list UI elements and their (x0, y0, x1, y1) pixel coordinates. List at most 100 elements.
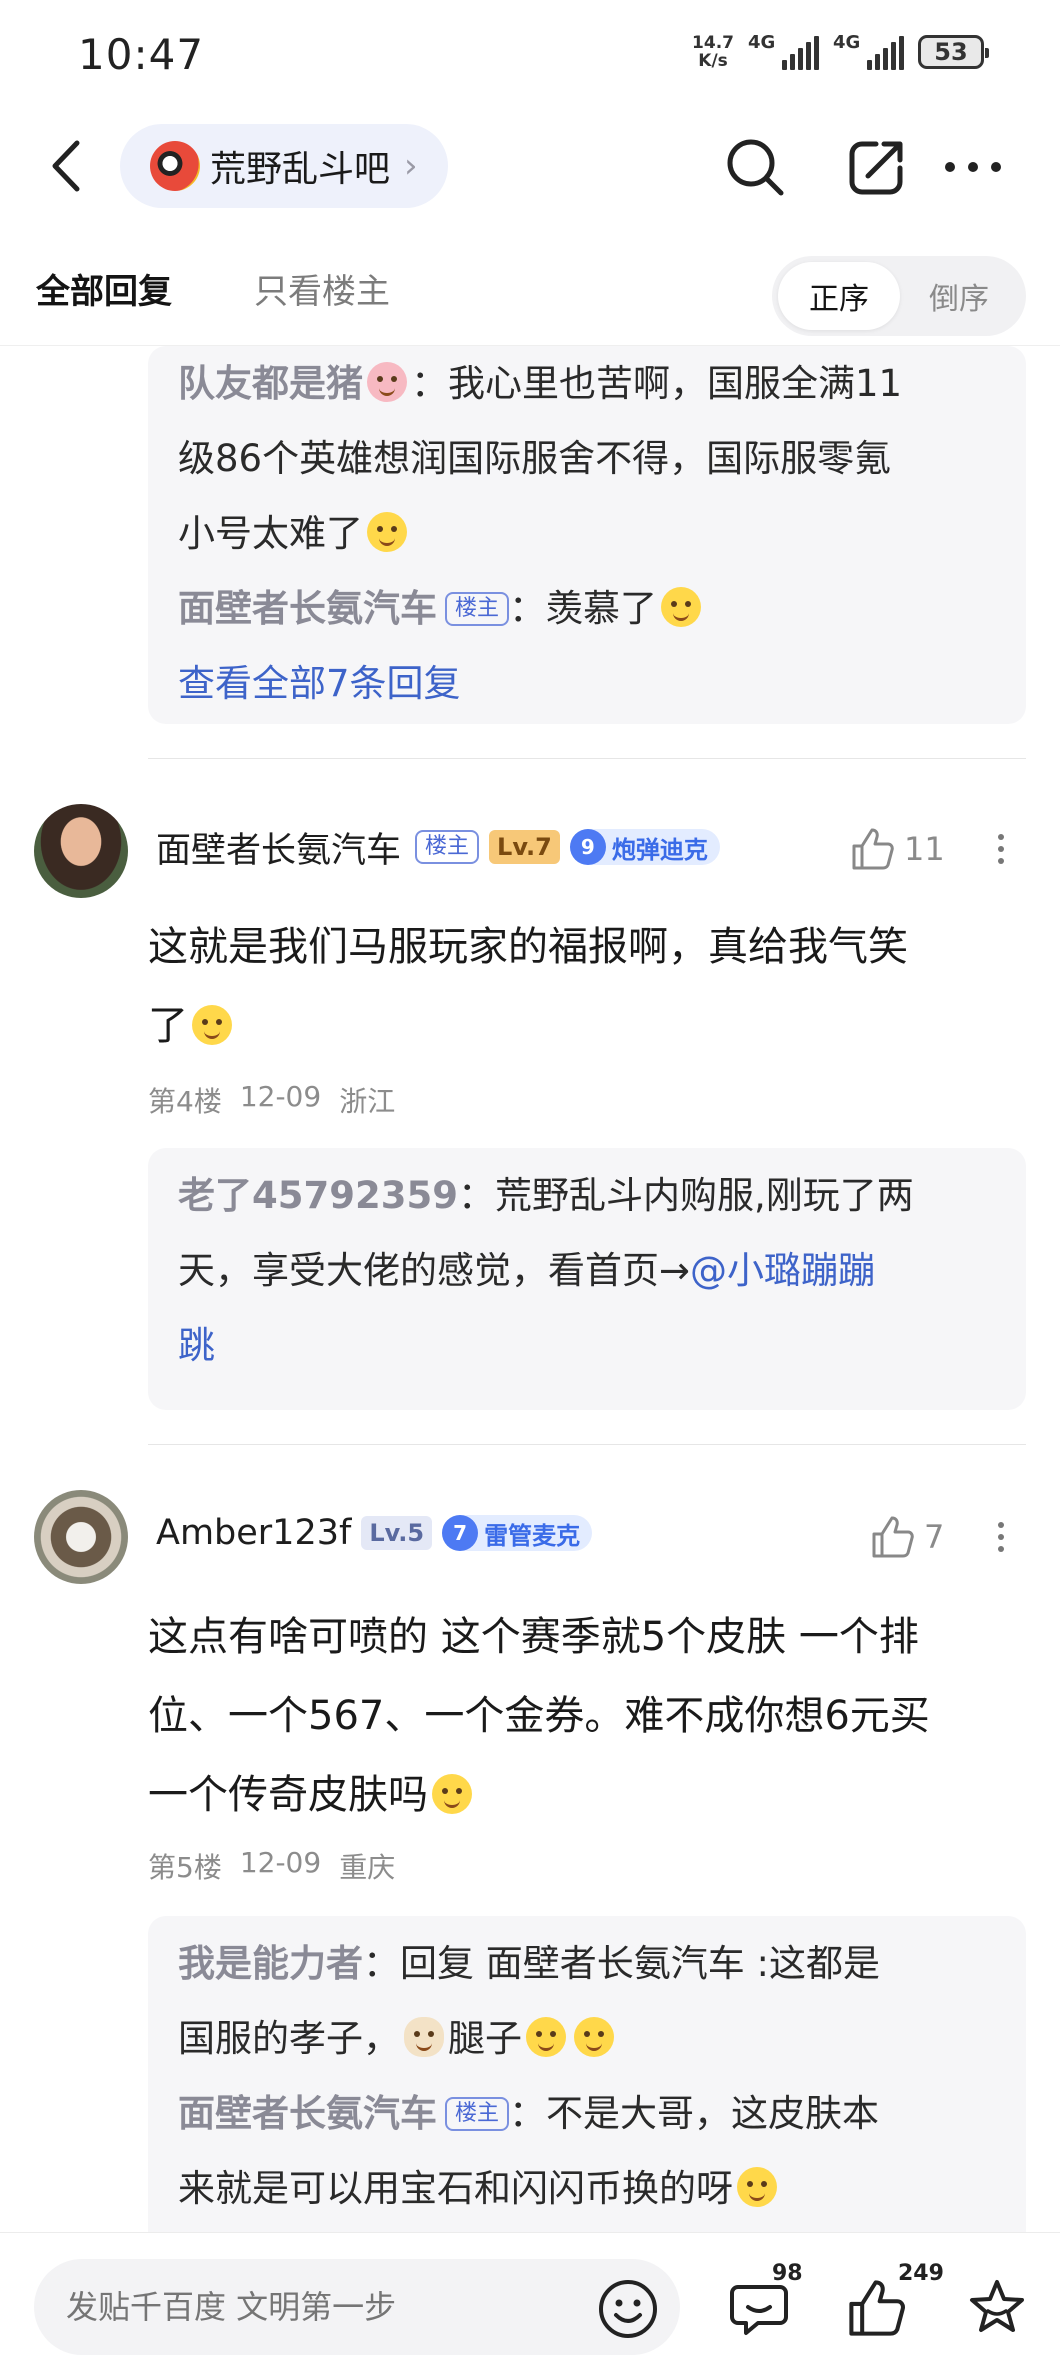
forum-avatar (150, 141, 200, 191)
smile-emoji-icon (526, 2017, 566, 2057)
network-speed: 14.7 K/s (692, 33, 734, 71)
sub-reply-box: 我是能力者：回复 面壁者长氨汽车 :这都是 国服的孝子， 腿子 面壁者长氨汽车 楼主… (148, 1916, 1026, 2232)
like-button[interactable]: 11 (850, 824, 945, 874)
laughing-emoji-icon (192, 1005, 232, 1045)
view-all-replies-link[interactable]: 查看全部7条回复 (178, 646, 996, 721)
sub-reply-user[interactable]: 队友都是猪 (178, 362, 363, 405)
comment-count: 98 (772, 2261, 803, 2286)
bottom-bar: 98 249 (0, 2232, 1060, 2376)
smile-emoji-icon (574, 2017, 614, 2057)
pig-emoji-icon (367, 362, 407, 402)
more-options-button[interactable] (986, 1512, 1016, 1562)
owner-tag: 楼主 (445, 2097, 510, 2131)
fan-badge-name: 雷管麦克 (484, 1521, 581, 1550)
post-location: 浙江 (339, 1085, 396, 1118)
more-horizontal-icon (945, 162, 1001, 172)
sub-reply-user[interactable]: 面壁者长氨汽车 (178, 2092, 437, 2135)
favorite-button[interactable] (962, 2273, 1032, 2343)
mention-link[interactable]: @小璐蹦蹦 (690, 1249, 875, 1292)
fan-level-icon: 7 (442, 1515, 479, 1551)
signal-icon: 4G (833, 32, 904, 70)
sub-reply-user[interactable]: 面壁者长氨汽车 (178, 587, 437, 630)
like-button[interactable]: 7 (870, 1512, 944, 1562)
more-vertical-icon (998, 834, 1004, 840)
reply-filter-tabs: 全部回复 只看楼主 正序 倒序 (0, 240, 1060, 346)
tab-owner-only[interactable]: 只看楼主 (254, 264, 390, 313)
thumbs-up-icon (872, 1516, 914, 1558)
status-indicators: 14.7 K/s 4G 4G 53 (692, 32, 989, 71)
post-date: 12-09 (239, 1846, 322, 1879)
chevron-right-icon: › (404, 146, 418, 186)
divider (148, 758, 1026, 759)
sub-reply[interactable]: 队友都是猪 ：我心里也苦啊，国服全满11 级86个英雄想润国际服舍不得，国际服零氪… (178, 346, 996, 571)
sub-reply-user[interactable]: 我是能力者 (178, 1942, 363, 1985)
forum-link[interactable]: 荒野乱斗吧 › (120, 124, 448, 208)
sort-toggle: 正序 倒序 (772, 256, 1026, 336)
sweat-emoji-icon (432, 1774, 472, 1814)
search-icon (727, 139, 784, 196)
post-date: 12-09 (239, 1080, 322, 1113)
avatar[interactable] (34, 1490, 128, 1584)
level-badge: Lv.7 (489, 830, 560, 864)
comment-meta: 第4楼 12-09 浙江 (148, 1080, 395, 1120)
owner-tag: 楼主 (445, 592, 510, 626)
sub-reply[interactable]: 老了45792359：荒野乱斗内购服,刚玩了两 天，享受大佬的感觉，看首页→@小… (178, 1158, 996, 1383)
surprised-emoji-icon (737, 2167, 777, 2207)
username[interactable]: Amber123f (156, 1513, 351, 1553)
status-bar: 10:47 14.7 K/s 4G 4G 53 (0, 0, 1060, 118)
nav-bar: 荒野乱斗吧 › (0, 118, 1060, 214)
like-count: 11 (904, 830, 945, 868)
comment-icon (730, 2285, 788, 2335)
comment-meta: 第5楼 12-09 重庆 (148, 1846, 395, 1886)
status-time: 10:47 (78, 30, 205, 79)
comment-header: Amber123f Lv.5 7 雷管麦克 (156, 1508, 593, 1558)
level-badge: Lv.5 (361, 1516, 433, 1550)
mention-link[interactable]: 跳 (178, 1324, 215, 1367)
thumbs-up-icon (852, 828, 894, 870)
divider (148, 1444, 1026, 1445)
fan-badge: 7 雷管麦克 (442, 1515, 593, 1551)
fan-level-icon: 9 (569, 829, 606, 865)
floor-number: 第5楼 (148, 1851, 222, 1884)
comment-header: 面壁者长氨汽车 楼主 Lv.7 9 炮弹迪克 (156, 822, 720, 872)
username[interactable]: 面壁者长氨汽车 (156, 822, 401, 873)
search-button[interactable] (720, 132, 790, 202)
share-icon (849, 141, 903, 195)
reply-input[interactable] (34, 2259, 680, 2355)
more-options-button[interactable] (986, 824, 1016, 874)
sub-reply-user[interactable]: 老了45792359 (178, 1174, 458, 1217)
chevron-left-icon (52, 140, 80, 192)
fan-badge: 9 炮弹迪克 (569, 829, 720, 865)
post-like-count: 249 (898, 2261, 944, 2286)
sub-reply[interactable]: 面壁者长氨汽车 楼主 ：羡慕了 (178, 571, 996, 646)
more-vertical-icon (998, 1522, 1004, 1528)
emoji-button[interactable] (596, 2277, 660, 2341)
tab-all-replies[interactable]: 全部回复 (36, 264, 172, 313)
sub-reply[interactable]: 我是能力者：回复 面壁者长氨汽车 :这都是 国服的孝子， 腿子 (178, 1926, 996, 2076)
comment-body: 这就是我们马服玩家的福报啊，真给我气笑 了 (148, 924, 908, 1049)
comment-body: 这点有啥可喷的 这个赛季就5个皮肤 一个排 位、一个567、一个金券。难不成你想… (148, 1614, 930, 1818)
signal-icon: 4G (748, 32, 819, 70)
avatar[interactable] (34, 804, 128, 898)
crying-emoji-icon (367, 512, 407, 552)
dog-emoji-icon (404, 2017, 444, 2057)
crying-emoji-icon (661, 587, 702, 627)
like-count: 7 (924, 1518, 945, 1556)
floor-number: 第4楼 (148, 1085, 222, 1118)
sort-ascending-button[interactable]: 正序 (778, 262, 900, 330)
share-button[interactable] (842, 132, 912, 202)
back-button[interactable] (36, 136, 96, 196)
fan-badge-name: 炮弹迪克 (611, 835, 708, 864)
thumbs-up-icon (849, 2280, 905, 2336)
sub-reply[interactable]: 面壁者长氨汽车 楼主 ：不是大哥，这皮肤本 来就是可以用宝石和闪闪币换的呀 (178, 2076, 996, 2226)
more-options-button[interactable] (938, 132, 1008, 202)
star-icon (970, 2280, 1024, 2332)
post-location: 重庆 (339, 1851, 396, 1884)
sort-descending-button[interactable]: 倒序 (898, 262, 1020, 330)
forum-name: 荒野乱斗吧 (210, 149, 391, 190)
emoji-icon (599, 2280, 657, 2338)
sub-reply-box: 队友都是猪 ：我心里也苦啊，国服全满11 级86个英雄想润国际服舍不得，国际服零氪… (148, 346, 1026, 724)
sub-reply-box: 老了45792359：荒野乱斗内购服,刚玩了两 天，享受大佬的感觉，看首页→@小… (148, 1148, 1026, 1410)
battery-icon: 53 (918, 35, 989, 69)
owner-tag: 楼主 (415, 830, 480, 864)
